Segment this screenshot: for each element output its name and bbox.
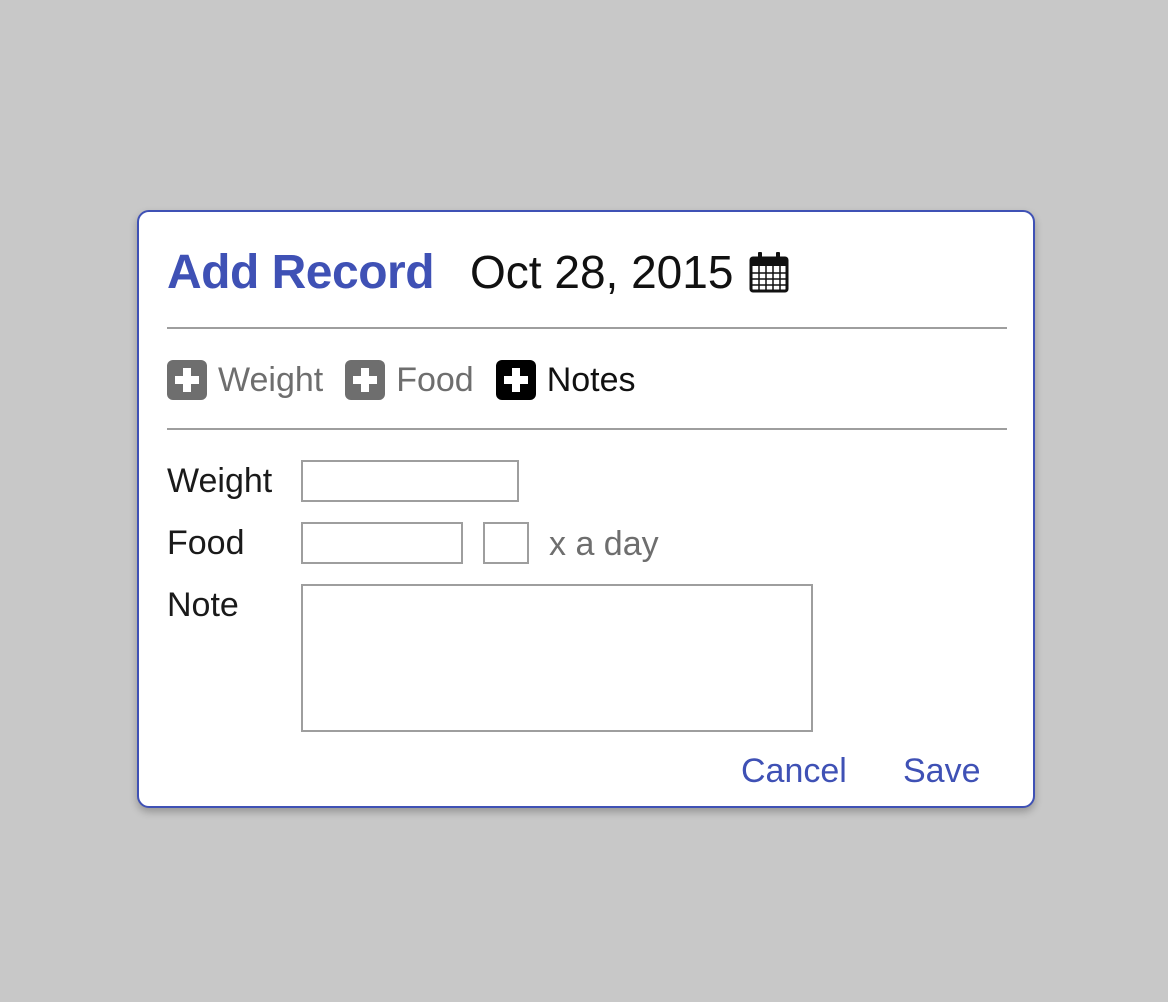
- toggles-divider: [167, 428, 1007, 430]
- toggle-notes[interactable]: Notes: [495, 360, 636, 400]
- section-toggles: Weight Food Notes: [167, 359, 658, 401]
- calendar-icon[interactable]: [749, 251, 789, 293]
- toggle-food[interactable]: Food: [345, 360, 474, 400]
- dialog-header: Add Record Oct 28, 2015: [167, 242, 789, 302]
- frequency-suffix: x a day: [549, 525, 659, 563]
- weight-label: Weight: [167, 462, 273, 500]
- dialog-title: Add Record: [167, 245, 435, 299]
- note-label: Note: [167, 586, 239, 624]
- plus-icon: [495, 360, 536, 400]
- plus-icon: [167, 360, 207, 400]
- frequency-input[interactable]: [483, 522, 529, 564]
- toggle-weight-label: Weight: [218, 360, 324, 399]
- toggle-notes-label: Notes: [546, 360, 636, 399]
- food-label: Food: [167, 524, 245, 562]
- save-button[interactable]: Save: [903, 752, 981, 791]
- plus-icon: [345, 360, 386, 400]
- note-textarea[interactable]: [301, 584, 813, 732]
- add-record-dialog: Add Record Oct 28, 2015 Weight Food Note…: [137, 210, 1035, 808]
- toggle-food-label: Food: [396, 360, 474, 399]
- weight-input[interactable]: [301, 460, 519, 502]
- toggle-weight[interactable]: Weight: [167, 360, 323, 400]
- cancel-button[interactable]: Cancel: [741, 752, 847, 791]
- food-input[interactable]: [301, 522, 463, 564]
- header-divider: [167, 327, 1007, 329]
- date-display[interactable]: Oct 28, 2015: [470, 245, 733, 299]
